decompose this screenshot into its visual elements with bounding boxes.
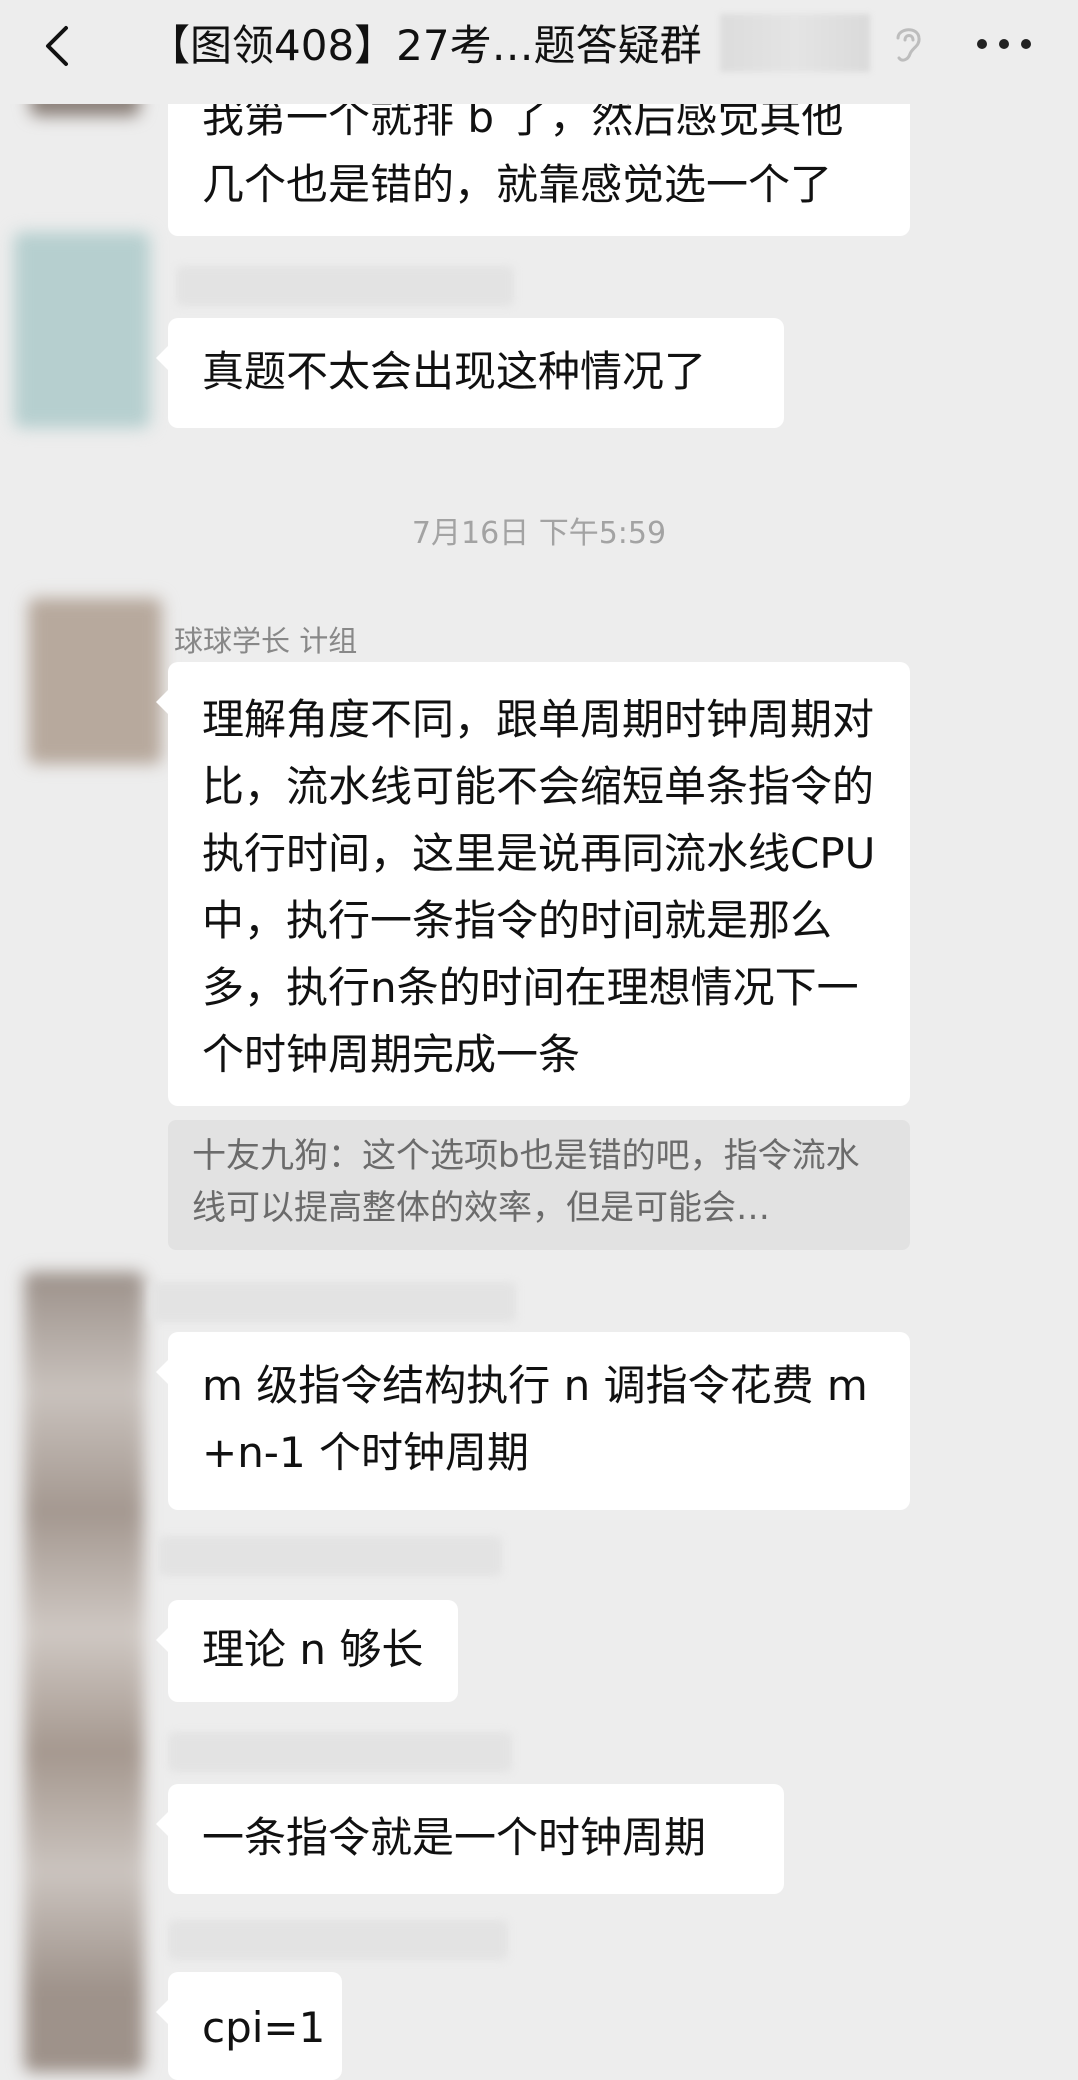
message-text: 我第一个就排 b 了，然后感觉其他几个也是错的，就靠感觉选一个了 <box>202 93 844 209</box>
sender-name: 球球学长 计组 <box>174 624 358 658</box>
message-bubble[interactable]: m 级指令结构执行 n 调指令花费 m +n-1 个时钟周期 <box>156 1332 910 1510</box>
message-bubble[interactable]: 一条指令就是一个时钟周期 <box>156 1784 784 1894</box>
quoted-message[interactable]: 十友九狗：这个选项b也是错的吧，指令流水线可以提高整体的效率，但是可能会… <box>168 1120 910 1250</box>
message-bubble[interactable]: 理论 n 够长 <box>156 1600 458 1702</box>
message-text: 理论 n 够长 <box>202 1625 424 1674</box>
message-text: cpi=1 <box>202 2003 326 2052</box>
chat-title-overlay: 【图领408】27考…题答疑群 <box>148 21 702 70</box>
ear-icon[interactable] <box>888 20 928 68</box>
sender-name-redacted <box>168 1732 512 1772</box>
avatar[interactable] <box>14 232 150 428</box>
message-text: 理解角度不同，跟单周期时钟周期对比，流水线可能不会缩短单条指令的执行时间，这里是… <box>202 695 876 1079</box>
avatar[interactable] <box>24 1272 144 2072</box>
sender-name-redacted <box>168 1920 508 1960</box>
message-text: 一条指令就是一个时钟周期 <box>202 1813 707 1862</box>
quoted-text: 十友九狗：这个选项b也是错的吧，指令流水线可以提高整体的效率，但是可能会… <box>192 1136 860 1228</box>
chevron-left-icon[interactable] <box>36 22 84 70</box>
sender-name-redacted <box>150 1282 516 1322</box>
more-dots-icon[interactable] <box>974 36 1034 52</box>
message-bubble[interactable]: cpi=1 <box>156 1972 342 2080</box>
message-text: m 级指令结构执行 n 调指令花费 m +n-1 个时钟周期 <box>202 1361 868 1477</box>
message-bubble[interactable]: 理解角度不同，跟单周期时钟周期对比，流水线可能不会缩短单条指令的执行时间，这里是… <box>156 662 910 1106</box>
sender-name-redacted <box>158 1536 502 1576</box>
timestamp: 7月16日 下午5:59 <box>411 516 667 551</box>
message-bubble[interactable]: 真题不太会出现这种情况了 <box>156 318 784 428</box>
title-redaction-overlay <box>720 14 870 72</box>
sender-name-redacted <box>176 266 514 306</box>
avatar[interactable] <box>28 598 162 764</box>
message-text: 真题不太会出现这种情况了 <box>202 347 707 396</box>
